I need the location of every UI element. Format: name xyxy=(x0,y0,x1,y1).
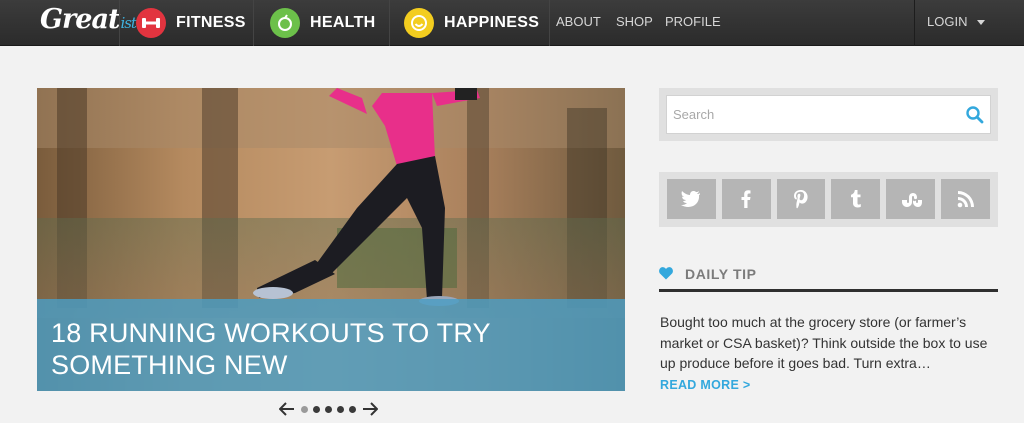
featured-article-slide[interactable]: 18 RUNNING WORKOUTS TO TRY SOMETHING NEW xyxy=(37,88,625,391)
dumbbell-icon xyxy=(136,8,166,38)
arrow-right-icon[interactable] xyxy=(361,400,379,418)
nav-link-about[interactable]: ABOUT xyxy=(556,0,601,46)
tumblr-icon[interactable] xyxy=(831,179,881,219)
login-dropdown[interactable]: LOGIN xyxy=(914,0,1024,46)
nav-link-profile[interactable]: PROFILE xyxy=(665,0,721,46)
nav-fitness[interactable]: FITNESS xyxy=(136,0,246,46)
nav-divider xyxy=(549,0,550,46)
twitter-icon[interactable] xyxy=(667,179,716,219)
chevron-down-icon xyxy=(977,20,986,26)
greatist-logo[interactable]: Great ist xyxy=(40,4,137,42)
apple-icon xyxy=(270,8,300,38)
nav-health[interactable]: HEALTH xyxy=(270,0,376,46)
daily-tip-title: DAILY TIP xyxy=(685,266,757,282)
login-label: LOGIN xyxy=(927,14,968,29)
hero-title-line2: SOMETHING NEW xyxy=(51,350,288,380)
read-more-link[interactable]: READ MORE > xyxy=(660,378,750,392)
top-navigation-bar: Great ist FITNESS HEALTH HAPPINESS ABOUT … xyxy=(0,0,1024,46)
pinterest-icon[interactable] xyxy=(776,179,826,219)
arrow-left-icon[interactable] xyxy=(278,400,296,418)
daily-tip-header: DAILY TIP xyxy=(659,264,998,292)
nav-link-shop[interactable]: SHOP xyxy=(616,0,653,46)
search-panel xyxy=(659,88,998,141)
carousel-dot[interactable] xyxy=(349,405,356,413)
hero-title-line1: 18 RUNNING WORKOUTS TO TRY xyxy=(51,318,491,348)
search-icon[interactable] xyxy=(965,105,985,125)
carousel-dot[interactable] xyxy=(337,405,344,413)
stumbleupon-icon[interactable] xyxy=(886,179,936,219)
nav-divider xyxy=(389,0,390,46)
logo-suffix-text: ist xyxy=(120,14,137,32)
nav-happiness-label: HAPPINESS xyxy=(444,14,540,31)
nav-fitness-label: FITNESS xyxy=(176,14,246,31)
facebook-icon[interactable] xyxy=(721,179,771,219)
logo-main-text: Great xyxy=(40,4,120,35)
nav-divider xyxy=(119,0,120,46)
nav-divider xyxy=(253,0,254,46)
nav-health-label: HEALTH xyxy=(310,14,376,31)
smile-icon xyxy=(404,8,434,38)
carousel-dot[interactable] xyxy=(313,405,320,413)
search-box xyxy=(666,95,991,134)
daily-tip-text: Bought too much at the grocery store (or… xyxy=(660,314,988,371)
heart-icon xyxy=(659,264,673,285)
search-input[interactable] xyxy=(667,96,947,133)
hero-caption[interactable]: 18 RUNNING WORKOUTS TO TRY SOMETHING NEW xyxy=(37,299,625,391)
rss-icon[interactable] xyxy=(941,179,990,219)
carousel-dot[interactable] xyxy=(325,405,332,413)
nav-happiness[interactable]: HAPPINESS xyxy=(404,0,539,46)
social-links xyxy=(659,172,998,227)
carousel-dot[interactable] xyxy=(301,405,308,413)
carousel-controls xyxy=(278,399,379,419)
